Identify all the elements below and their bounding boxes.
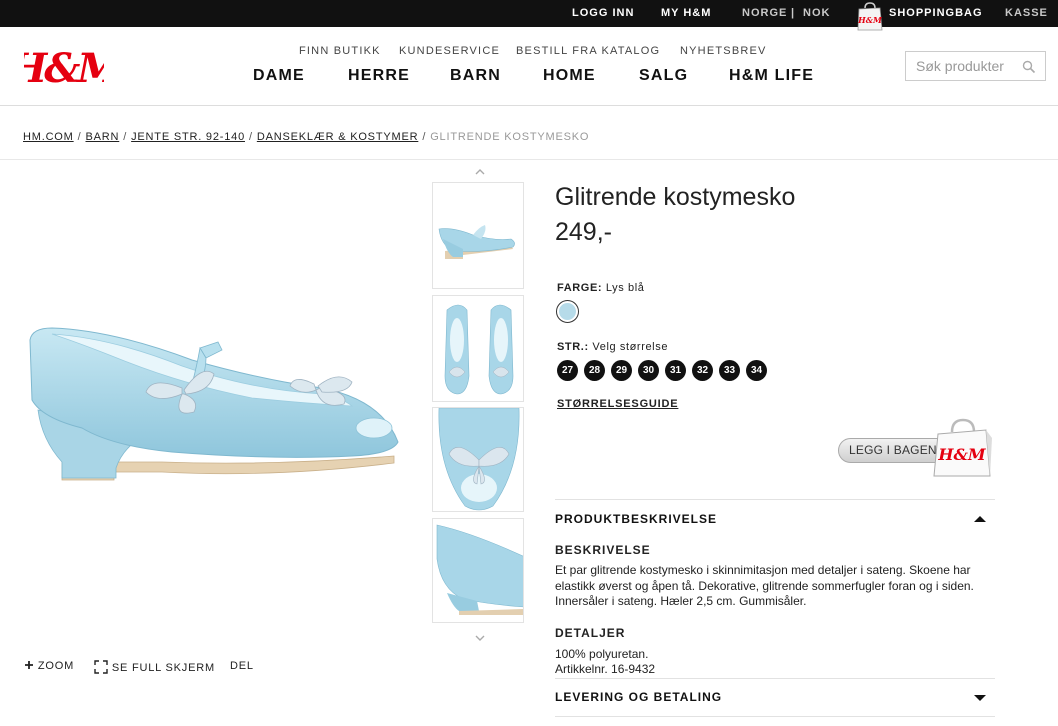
nav-home[interactable]: HOME	[543, 67, 596, 85]
zoom-button[interactable]: ZOOM	[24, 660, 74, 672]
size-30-button[interactable]: 30	[638, 360, 659, 381]
thumbnail-4[interactable]	[432, 518, 524, 623]
size-28-button[interactable]: 28	[584, 360, 605, 381]
breadcrumb-separator: /	[422, 131, 427, 143]
nav-herre[interactable]: HERRE	[348, 67, 410, 85]
breadcrumb-separator: /	[77, 131, 82, 143]
add-to-bag-label: LEGG I BAGEN	[849, 443, 937, 457]
breadcrumb-separator: /	[248, 131, 253, 143]
fullscreen-button[interactable]: SE FULL SKJERM	[94, 660, 215, 674]
thumbnail-2[interactable]	[432, 295, 524, 402]
fullscreen-label: SE FULL SKJERM	[111, 662, 215, 674]
fullscreen-icon	[94, 660, 108, 674]
thumbnail-3[interactable]	[432, 407, 524, 512]
zoom-label: ZOOM	[37, 660, 75, 672]
details-material: 100% polyuretan.	[555, 647, 649, 661]
breadcrumb-current: GLITRENDE KOSTYMESKO	[430, 131, 590, 143]
thumbnails-down-icon[interactable]	[473, 633, 487, 643]
size-prompt: Velg størrelse	[592, 341, 669, 353]
size-row: STR.: Velg størrelse	[557, 341, 668, 353]
subnav-customer-service[interactable]: KUNDESERVICE	[399, 45, 500, 57]
login-link[interactable]: LOGG INN	[572, 7, 634, 19]
thumbnail-top-view	[444, 304, 514, 395]
product-description-toggle[interactable]: PRODUKTBESKRIVELSE	[555, 512, 717, 526]
hm-logo[interactable]: H&M	[24, 40, 104, 92]
size-31-button[interactable]: 31	[665, 360, 686, 381]
breadcrumb-item-dansekler[interactable]: DANSEKLÆR & KOSTYMER	[257, 131, 418, 143]
bag-logo-text: H&M	[857, 15, 883, 25]
my-hm-link[interactable]: MY H&M	[661, 7, 711, 19]
size-33-button[interactable]: 33	[719, 360, 740, 381]
checkout-link[interactable]: KASSE	[1005, 7, 1048, 19]
nav-hm-life[interactable]: H&M LIFE	[729, 67, 814, 85]
size-27-button[interactable]: 27	[557, 360, 578, 381]
nav-salg[interactable]: SALG	[639, 67, 688, 85]
breadcrumb-item-barn[interactable]: BARN	[86, 131, 120, 143]
search-box	[905, 51, 1046, 81]
section-divider	[555, 499, 995, 500]
breadcrumb-divider	[0, 159, 1058, 160]
color-label: FARGE:	[557, 282, 603, 294]
share-label: DEL	[230, 660, 254, 672]
expand-arrow-icon[interactable]	[974, 695, 986, 701]
subnav-catalog[interactable]: BESTILL FRA KATALOG	[516, 45, 660, 57]
currency-link[interactable]: NOK	[803, 7, 830, 19]
details-article-number: Artikkelnr. 16-9432	[555, 662, 656, 676]
product-title: Glitrende kostymesko	[555, 183, 796, 211]
product-price: 249,-	[555, 218, 612, 246]
bag-logo-text: H&M	[937, 445, 987, 464]
search-icon[interactable]	[1022, 60, 1036, 74]
description-heading: BESKRIVELSE	[555, 543, 651, 557]
subnav-find-store[interactable]: FINN BUTIKK	[299, 45, 381, 57]
breadcrumb-item-hm[interactable]: HM.COM	[23, 131, 74, 143]
size-29-button[interactable]: 29	[611, 360, 632, 381]
breadcrumb-separator: /	[123, 131, 128, 143]
plus-icon	[25, 661, 33, 669]
country-link[interactable]: NORGE	[742, 7, 787, 19]
shopping-bag-link[interactable]: SHOPPINGBAG	[889, 7, 983, 19]
details-heading: DETALJER	[555, 626, 626, 640]
delivery-payment-toggle[interactable]: LEVERING OG BETALING	[555, 690, 722, 704]
thumbnail-front-view	[438, 408, 520, 511]
size-34-button[interactable]: 34	[746, 360, 767, 381]
breadcrumb-item-jente[interactable]: JENTE STR. 92-140	[131, 131, 245, 143]
size-label: STR.:	[557, 341, 589, 353]
thumbnail-side-view	[438, 225, 515, 259]
header-divider	[0, 105, 1058, 106]
logo-text: H&M	[24, 45, 104, 92]
country-divider: |	[791, 7, 796, 19]
subnav-newsletter[interactable]: NYHETSBREV	[680, 45, 767, 57]
main-product-image[interactable]	[22, 300, 402, 490]
section-divider	[555, 678, 995, 679]
color-swatch-lys-bla[interactable]	[556, 300, 579, 323]
breadcrumb: HM.COM / BARN / JENTE STR. 92-140/DANSEKLÆR …	[23, 131, 589, 143]
shopping-bag-icon[interactable]: H&M	[856, 2, 884, 31]
share-button[interactable]: DEL	[230, 660, 254, 672]
swatch-fill	[559, 303, 576, 320]
search-input[interactable]	[906, 52, 1018, 80]
color-row: FARGE: Lys blå	[557, 282, 644, 294]
top-bar: LOGG INN MY H&M NORGE | NOK H&M SHOPPING…	[0, 0, 1058, 31]
section-divider	[555, 716, 995, 717]
size-32-button[interactable]: 32	[692, 360, 713, 381]
nav-barn[interactable]: BARN	[450, 67, 501, 85]
add-to-bag-button[interactable]: LEGG I BAGEN H&M	[838, 418, 998, 480]
shopping-bag-icon: H&M	[933, 418, 992, 477]
thumbnails-up-icon[interactable]	[473, 167, 487, 177]
nav-dame[interactable]: DAME	[253, 67, 305, 85]
color-value: Lys blå	[605, 282, 645, 294]
thumbnail-heel-view	[436, 524, 523, 615]
size-guide-link[interactable]: STØRRELSESGUIDE	[557, 398, 678, 410]
description-text: Et par glitrende kostymesko i skinnimita…	[555, 563, 974, 608]
thumbnail-1[interactable]	[432, 182, 524, 289]
collapse-arrow-icon[interactable]	[974, 516, 986, 522]
